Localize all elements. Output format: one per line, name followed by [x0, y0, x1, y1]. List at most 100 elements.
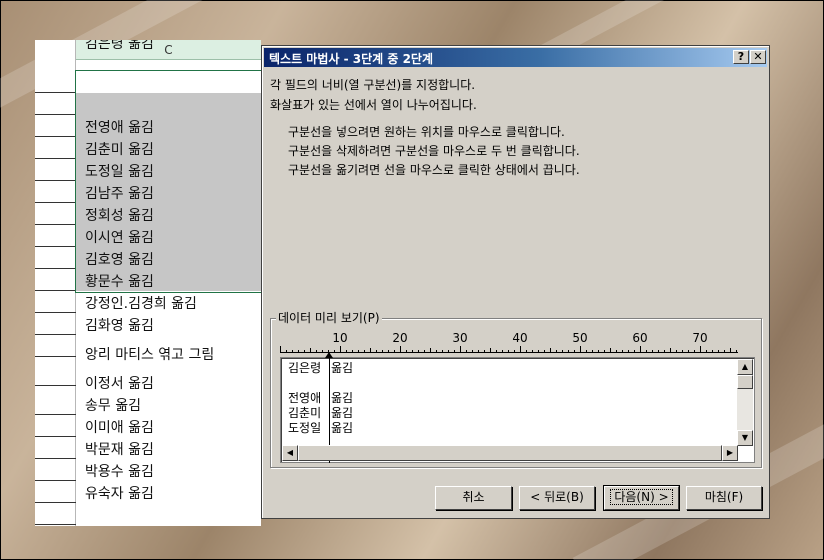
column-break-arrow-icon[interactable]: [325, 352, 333, 358]
scroll-down-icon[interactable]: ▼: [737, 430, 753, 446]
next-button[interactable]: 다음(N) >: [603, 485, 680, 511]
ruler-tick: [412, 350, 413, 353]
row-divider: [35, 480, 76, 481]
scroll-left-icon[interactable]: ◀: [282, 445, 298, 461]
ruler-tick: [586, 350, 587, 353]
sheet-cell[interactable]: 김남주 옮김: [85, 185, 154, 203]
ruler-tick: [388, 350, 389, 353]
sheet-cell[interactable]: 이시연 옮김: [85, 229, 154, 247]
ruler-tick: [442, 350, 443, 353]
row-divider: [35, 290, 76, 291]
ruler-tick: [658, 350, 659, 353]
row-divider: [35, 224, 76, 225]
ruler-tick: [538, 350, 539, 353]
sheet-cell[interactable]: 김호영 옮김: [85, 251, 154, 269]
sheet-cell[interactable]: 강정인.김경희 옮김: [85, 295, 197, 313]
instruction-move: 구분선을 옮기려면 선을 마우스로 클릭한 상태에서 끕니다.: [288, 163, 580, 177]
horizontal-scrollbar[interactable]: ◀ ▶: [282, 445, 738, 461]
row-divider: [35, 502, 76, 503]
ruler-tick: [316, 350, 317, 353]
ruler-tick: [280, 346, 281, 353]
ruler-tick: [736, 350, 737, 353]
instruction-insert: 구분선을 넣으려면 원하는 위치를 마우스로 클릭합니다.: [288, 125, 565, 139]
ruler-tick: [724, 350, 725, 353]
ruler-tick: [610, 348, 611, 353]
close-button[interactable]: ✕: [750, 50, 766, 64]
ruler-label: 40: [512, 331, 528, 345]
sheet-cell[interactable]: 전영애 옮김: [85, 119, 154, 137]
ruler-tick: [496, 350, 497, 353]
row-divider: [35, 268, 76, 269]
finish-button[interactable]: 마침(F): [686, 486, 762, 510]
cancel-button[interactable]: 취소: [435, 486, 512, 510]
ruler-tick: [526, 350, 527, 353]
ruler-tick: [406, 350, 407, 353]
sheet-cell[interactable]: 도정일 옮김: [85, 163, 154, 181]
ruler-label: 10: [332, 331, 348, 345]
sheet-cell[interactable]: 김춘미 옮김: [85, 141, 154, 159]
sheet-cell[interactable]: 정회성 옮김: [85, 207, 154, 225]
intro-line-2: 화살표가 있는 선에서 열이 나누어집니다.: [270, 98, 477, 112]
ruler-tick: [334, 350, 335, 353]
ruler-tick: [520, 346, 521, 353]
row-divider: [35, 92, 76, 93]
ruler-tick: [556, 350, 557, 353]
ruler-tick: [292, 350, 293, 353]
ruler-tick: [454, 350, 455, 353]
ruler-tick: [628, 350, 629, 353]
ruler-tick: [598, 350, 599, 353]
ruler-tick: [502, 350, 503, 353]
ruler-label: 70: [692, 331, 708, 345]
ruler-tick: [418, 350, 419, 353]
ruler-tick: [436, 350, 437, 353]
ruler-tick: [706, 350, 707, 353]
sheet-cell[interactable]: 이미애 옮김: [85, 419, 154, 437]
row-divider: [35, 356, 76, 357]
ruler-tick: [580, 346, 581, 353]
sheet-cell[interactable]: 앙리 마티스 엮고 그림: [85, 346, 214, 364]
dialog-title: 텍스트 마법사 - 3단계 중 2단계: [269, 52, 434, 66]
sheet-cell[interactable]: 황문수 옮김: [85, 273, 154, 291]
row-divider: [35, 334, 76, 335]
row-divider: [35, 202, 76, 203]
vertical-scrollbar[interactable]: ▲ ▼: [737, 359, 753, 446]
scroll-up-icon[interactable]: ▲: [737, 359, 753, 375]
preview-cell-col2: 옮김: [331, 391, 354, 405]
ruler-tick: [400, 346, 401, 353]
title-bar[interactable]: 텍스트 마법사 - 3단계 중 2단계 ? ✕: [264, 48, 767, 67]
ruler-tick: [676, 350, 677, 353]
ruler-tick: [340, 346, 341, 353]
ruler-tick: [694, 350, 695, 353]
ruler-tick: [304, 350, 305, 353]
sheet-cell[interactable]: 김화영 옮김: [85, 317, 154, 335]
ruler-tick: [646, 350, 647, 353]
vertical-scroll-thumb[interactable]: [737, 375, 753, 389]
ruler-tick: [508, 350, 509, 353]
ruler-tick: [478, 350, 479, 353]
ruler-tick: [688, 350, 689, 353]
ruler-tick: [652, 350, 653, 353]
ruler-tick: [634, 350, 635, 353]
sheet-cell[interactable]: 유숙자 옮김: [85, 485, 154, 503]
scroll-right-icon[interactable]: ▶: [722, 445, 738, 461]
ruler-label: 20: [392, 331, 408, 345]
sheet-cell[interactable]: 박용수 옮김: [85, 463, 154, 481]
next-button-label: 다음(N) >: [610, 489, 673, 505]
row-divider: [35, 436, 76, 437]
ruler-tick: [382, 350, 383, 353]
ruler-tick: [544, 350, 545, 353]
row-divider: [35, 385, 76, 386]
column-ruler[interactable]: 10 20 30 40 50 60 70: [280, 331, 738, 353]
sheet-cell[interactable]: 김은령 옮김: [85, 40, 154, 53]
preview-cell-col2: 옮김: [331, 421, 354, 435]
ruler-tick: [466, 350, 467, 353]
data-preview-box[interactable]: 김은령 옮김 전영애 옮김 김춘미 옮김 도정일 옮김 ▲ ▼ ◀ ▶: [280, 352, 755, 463]
help-button[interactable]: ?: [733, 50, 749, 64]
ruler-tick: [700, 346, 701, 353]
horizontal-scroll-thumb[interactable]: [298, 445, 722, 461]
sheet-cell[interactable]: 이정서 옮김: [85, 375, 154, 393]
back-button[interactable]: < 뒤로(B): [519, 486, 595, 510]
sheet-cell[interactable]: 송무 옮김: [85, 397, 141, 415]
ruler-tick: [562, 350, 563, 353]
sheet-cell[interactable]: 박문재 옮김: [85, 441, 154, 459]
